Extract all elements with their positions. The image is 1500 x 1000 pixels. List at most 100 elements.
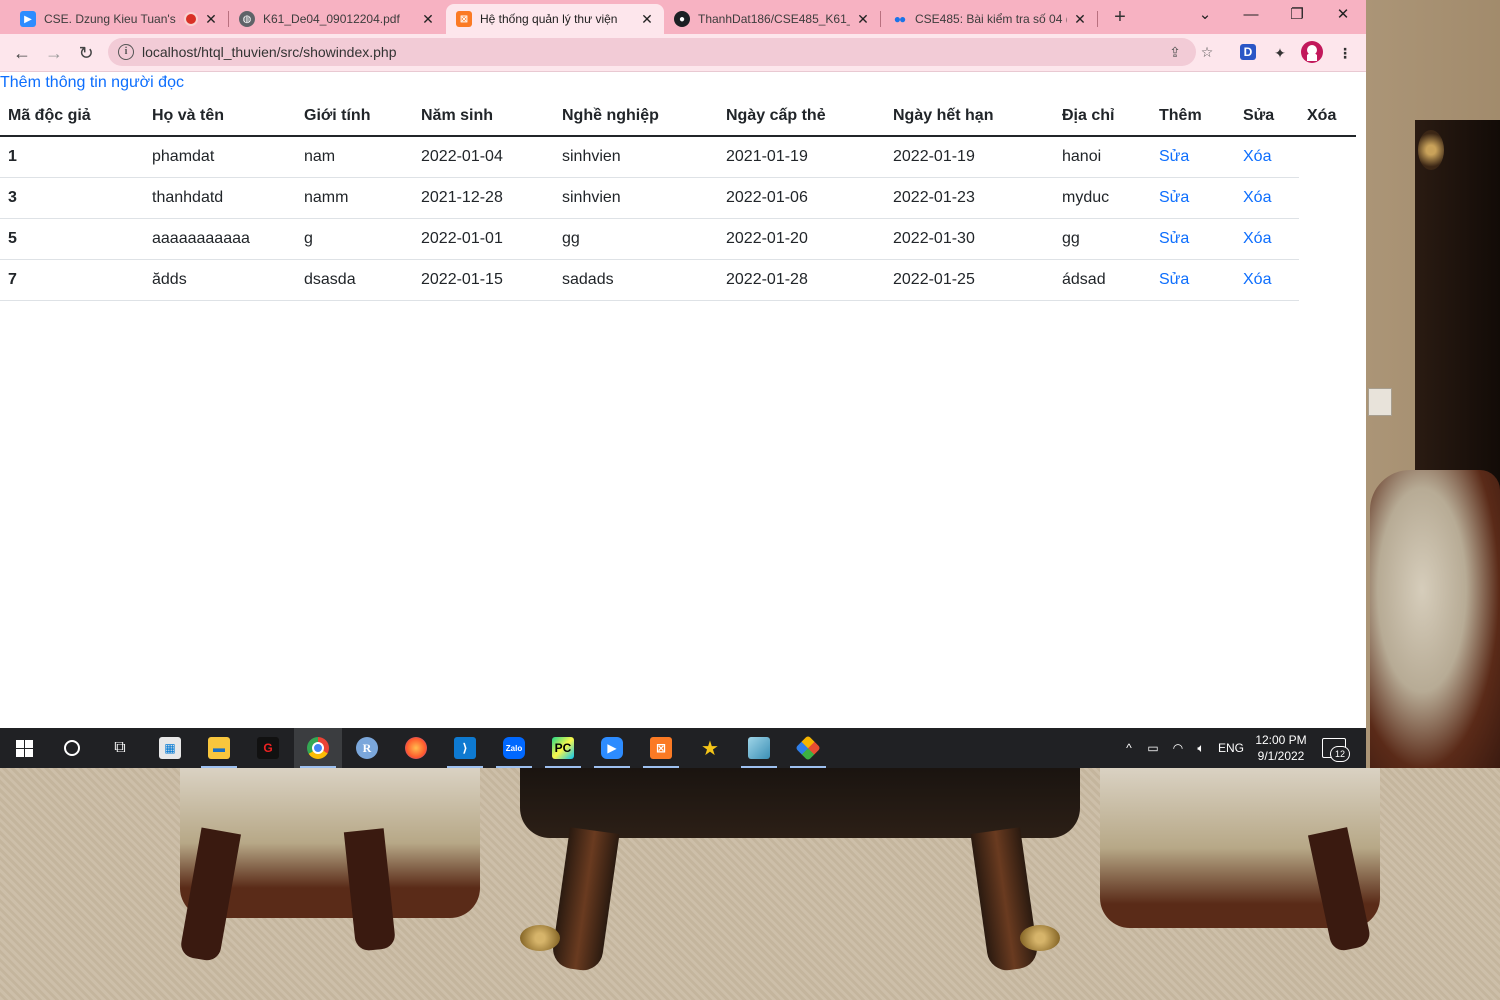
minimize-button[interactable]: — — [1228, 0, 1274, 30]
teams-dots-icon: ●● — [893, 12, 907, 26]
cell-issue-date: 2022-01-06 — [718, 177, 885, 219]
taskbar-app-store[interactable]: ▦ — [146, 728, 194, 768]
column-header-add: Thêm — [1151, 96, 1235, 137]
taskbar-app-chrome[interactable] — [294, 728, 342, 768]
tab-cse485-test[interactable]: ●● CSE485: Bài kiểm tra số 04 (D ✕ — [881, 4, 1097, 34]
taskbar-app-star[interactable]: ★ — [686, 728, 734, 768]
edit-link[interactable]: Sửa — [1159, 230, 1189, 247]
back-arrow-icon[interactable]: ← — [8, 39, 36, 67]
show-hidden-icons-chevron-icon[interactable]: ^ — [1120, 728, 1138, 768]
volume-icon[interactable]: 🔈︎ — [1191, 728, 1211, 768]
column-header-id: Mã độc giả — [0, 96, 144, 137]
system-clock[interactable]: 12:00 PM 9/1/2022 — [1250, 732, 1312, 764]
cell-edit: Sửa — [1151, 177, 1235, 219]
vscode-icon: ⟩ — [454, 737, 476, 759]
taskbar-app-pycharm[interactable]: PC — [539, 728, 587, 768]
new-tab-button[interactable]: + — [1108, 4, 1132, 30]
cell-expiry-date: 2022-01-19 — [885, 136, 1054, 178]
wifi-icon[interactable]: ◠ — [1168, 728, 1188, 768]
taskbar-app-vscode[interactable]: ⟩ — [441, 728, 489, 768]
edit-link[interactable]: Sửa — [1159, 189, 1189, 206]
tab-zoom-meeting[interactable]: ▶ CSE. Dzung Kieu Tuan's P ✕ — [10, 4, 228, 34]
extensions-puzzle-icon[interactable]: ✦ — [1269, 42, 1291, 64]
start-button[interactable] — [0, 728, 48, 768]
close-tab-icon[interactable]: ✕ — [856, 11, 870, 28]
delete-link[interactable]: Xóa — [1243, 189, 1271, 206]
cell-empty — [1299, 178, 1356, 219]
profile-avatar-icon[interactable] — [1301, 41, 1323, 63]
language-indicator[interactable]: ENG — [1214, 728, 1248, 768]
column-header-issue-date: Ngày cấp thẻ — [718, 96, 885, 137]
cell-delete: Xóa — [1235, 136, 1299, 178]
taskbar-app-zoom[interactable]: ▶ — [588, 728, 636, 768]
search-button[interactable] — [48, 728, 96, 768]
cell-id: 7 — [0, 259, 144, 301]
garena-icon: G — [257, 737, 279, 759]
readers-table: Mã độc giả Họ và tên Giới tính Năm sinh … — [0, 96, 1356, 301]
tab-pdf[interactable]: ◍ K61_De04_09012204.pdf ✕ — [229, 4, 445, 34]
cell-birth: 2021-12-28 — [413, 177, 554, 219]
column-header-occupation: Nghề nghiệp — [554, 96, 718, 137]
cell-occupation: sinhvien — [554, 177, 718, 219]
close-window-button[interactable]: ✕ — [1320, 0, 1366, 30]
share-icon[interactable]: ⇪ — [1166, 43, 1184, 61]
browser-window: ▶ CSE. Dzung Kieu Tuan's P ✕ ◍ K61_De04_… — [0, 0, 1366, 728]
column-header-delete: Xóa — [1299, 96, 1356, 137]
menu-kebab-icon[interactable]: ⋮ — [1334, 42, 1356, 64]
close-tab-icon[interactable]: ✕ — [640, 11, 654, 28]
reload-icon[interactable]: ↻ — [72, 39, 100, 67]
search-circle-icon — [64, 740, 80, 756]
tab-github[interactable]: ● ThanhDat186/CSE485_K61_K ✕ — [664, 4, 880, 34]
cell-id: 5 — [0, 218, 144, 260]
close-tab-icon[interactable]: ✕ — [1073, 11, 1087, 28]
cell-expiry-date: 2022-01-23 — [885, 177, 1054, 219]
taskbar-app-git[interactable] — [784, 728, 832, 768]
delete-link[interactable]: Xóa — [1243, 148, 1271, 165]
cell-name: aaaaaaaaaaa — [144, 218, 296, 260]
file-explorer-icon: ▬ — [208, 737, 230, 759]
cell-empty — [1299, 260, 1356, 301]
task-view-icon: ⧉ — [114, 739, 126, 756]
taskbar-app-firefox[interactable] — [392, 728, 440, 768]
bookmark-star-icon[interactable]: ☆ — [1198, 43, 1216, 61]
pycharm-icon: PC — [552, 737, 574, 759]
wallpaper-coffee-table — [520, 768, 1080, 838]
xampp-icon: ⊠ — [456, 11, 472, 27]
taskbar-app-garena[interactable]: G — [244, 728, 292, 768]
delete-link[interactable]: Xóa — [1243, 271, 1271, 288]
edit-link[interactable]: Sửa — [1159, 271, 1189, 288]
git-icon — [795, 735, 821, 761]
forward-arrow-icon[interactable]: → — [40, 39, 68, 67]
taskbar-app-zalo[interactable]: Zalo — [490, 728, 538, 768]
site-info-icon[interactable]: i — [118, 44, 134, 60]
edit-link[interactable]: Sửa — [1159, 148, 1189, 165]
cell-edit: Sửa — [1151, 136, 1235, 178]
delete-link[interactable]: Xóa — [1243, 230, 1271, 247]
cell-occupation: gg — [554, 218, 718, 260]
tab-search-icon[interactable]: ⌄ — [1182, 0, 1228, 30]
taskbar-app-r[interactable]: R — [343, 728, 391, 768]
tab-library-system[interactable]: ⊠ Hệ thống quản lý thư viện ✕ — [446, 4, 664, 34]
cell-address: hanoi — [1054, 136, 1151, 178]
taskbar-app-notepad[interactable] — [735, 728, 783, 768]
task-view-button[interactable]: ⧉ — [96, 728, 144, 768]
wallpaper-light-switch — [1368, 388, 1392, 416]
restore-button[interactable]: ❐ — [1274, 0, 1320, 30]
windows-taskbar: ⧉ ▦ ▬ G R ⟩ Zalo PC ▶ ⊠ ★ ^ ▭ ◠ 🔈︎ ENG 1… — [0, 728, 1366, 768]
firefox-icon — [405, 737, 427, 759]
extension-d-icon[interactable]: D — [1240, 44, 1256, 60]
taskbar-app-file-explorer[interactable]: ▬ — [195, 728, 243, 768]
cell-name: phamdat — [144, 136, 296, 178]
close-tab-icon[interactable]: ✕ — [421, 11, 435, 28]
add-reader-link[interactable]: Thêm thông tin người đọc — [0, 74, 184, 92]
taskbar-app-xampp[interactable]: ⊠ — [637, 728, 685, 768]
url-input[interactable] — [142, 42, 1042, 62]
close-tab-icon[interactable]: ✕ — [204, 11, 218, 28]
globe-icon: ◍ — [239, 11, 255, 27]
battery-icon[interactable]: ▭ — [1143, 728, 1163, 768]
address-bar[interactable]: i ⇪ ☆ — [108, 38, 1213, 66]
notepad-icon — [748, 737, 770, 759]
cell-id: 1 — [0, 136, 144, 178]
xampp-icon: ⊠ — [650, 737, 672, 759]
tab-title: ThanhDat186/CSE485_K61_K — [698, 12, 850, 26]
